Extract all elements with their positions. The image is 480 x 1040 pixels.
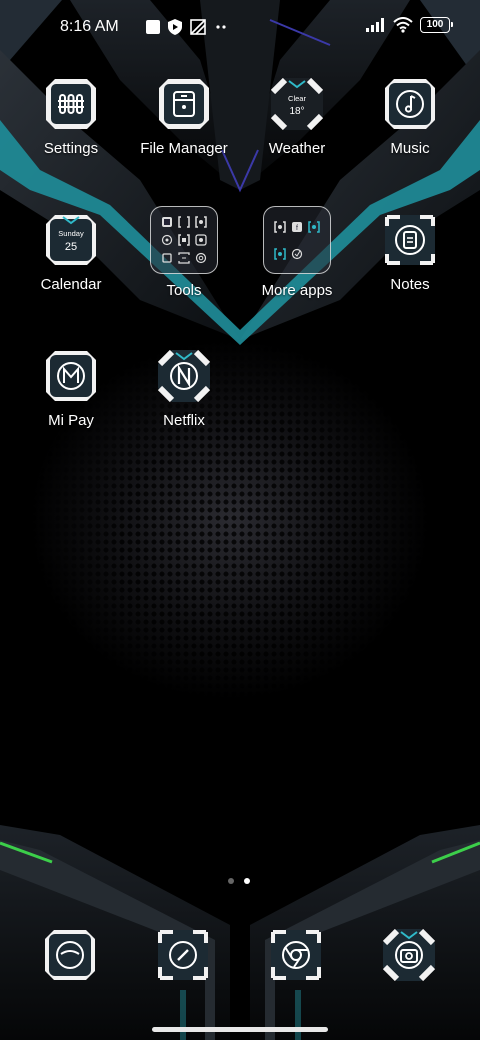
app-label: File Manager — [140, 140, 228, 157]
mini-app-icon — [308, 220, 321, 233]
mini-app-icon: f — [291, 221, 302, 232]
app-label: Notes — [390, 276, 430, 293]
messages-icon — [45, 930, 95, 980]
app-netflix[interactable]: Netflix — [129, 350, 239, 429]
weather-icon: Clear 18° — [271, 78, 323, 130]
notification-icons — [146, 19, 228, 35]
app-notification-icon — [190, 19, 206, 35]
mini-app-icon — [195, 234, 207, 246]
chrome-icon — [271, 930, 321, 980]
folder-more-apps[interactable]: f More apps — [242, 206, 352, 299]
gesture-navigation-bar[interactable] — [152, 1027, 328, 1032]
mini-app-icon — [196, 252, 207, 264]
app-label: Tools — [166, 282, 202, 299]
mini-app-icon — [178, 234, 190, 246]
page-indicator[interactable] — [228, 878, 250, 884]
mini-app-icon — [291, 248, 303, 259]
svg-text:f: f — [296, 225, 298, 232]
app-mi-pay[interactable]: Mi Pay — [16, 350, 126, 429]
dock-chrome[interactable] — [270, 929, 322, 981]
calendar-icon: Sunday 25 — [45, 214, 97, 266]
mini-app-icon — [161, 217, 172, 227]
weather-condition: Clear — [288, 94, 306, 103]
app-label: More apps — [261, 282, 333, 299]
mini-app-icon — [195, 216, 208, 228]
page-dot-active[interactable] — [244, 878, 250, 884]
page-dot[interactable] — [228, 878, 234, 884]
folder-tools[interactable]: Tools — [129, 206, 239, 299]
mini-app-icon — [178, 216, 190, 228]
app-label: Music — [390, 140, 430, 157]
settings-icon — [45, 78, 97, 130]
mini-app-icon — [273, 220, 286, 233]
dock-camera[interactable] — [383, 929, 435, 981]
more-dots-icon — [216, 25, 226, 29]
signal-icon — [366, 18, 384, 32]
folder-icon — [150, 206, 218, 274]
music-icon — [384, 78, 436, 130]
app-weather[interactable]: Clear 18° Weather — [242, 78, 352, 157]
weather-temp: 18° — [289, 106, 304, 117]
play-protect-icon — [168, 19, 182, 35]
app-music[interactable]: Music — [355, 78, 465, 157]
notes-icon — [384, 214, 436, 266]
system-icons: 100 — [366, 17, 453, 33]
mini-app-icon — [162, 253, 172, 263]
status-time: 8:16 AM — [60, 18, 119, 35]
app-settings[interactable]: Settings — [16, 78, 126, 157]
app-label: Weather — [268, 140, 326, 157]
mini-app-icon — [161, 234, 172, 246]
folder-icon: f — [263, 206, 331, 274]
dock-messages[interactable] — [44, 929, 96, 981]
app-label: Settings — [43, 140, 99, 157]
app-label: Netflix — [163, 412, 205, 429]
wifi-icon — [393, 17, 413, 33]
file-manager-icon — [158, 78, 210, 130]
status-bar: 8:16 AM 100 — [0, 0, 480, 56]
camera-icon — [383, 929, 435, 981]
calendar-day: Sunday — [58, 229, 84, 238]
app-label: Calendar — [40, 276, 102, 293]
battery-icon: 100 — [420, 17, 453, 33]
calendar-date: 25 — [65, 241, 77, 253]
compass-icon — [158, 930, 208, 980]
app-notes[interactable]: Notes — [355, 214, 465, 293]
dock-compass[interactable] — [157, 929, 209, 981]
netflix-icon — [158, 350, 210, 402]
app-calendar[interactable]: Sunday 25 Calendar — [16, 214, 126, 293]
app-file-manager[interactable]: File Manager — [129, 78, 239, 157]
mini-app-icon — [178, 252, 190, 264]
mini-app-icon — [273, 247, 286, 260]
app-label: Mi Pay — [48, 412, 94, 429]
gallery-icon — [146, 20, 160, 34]
mi-pay-icon — [45, 350, 97, 402]
